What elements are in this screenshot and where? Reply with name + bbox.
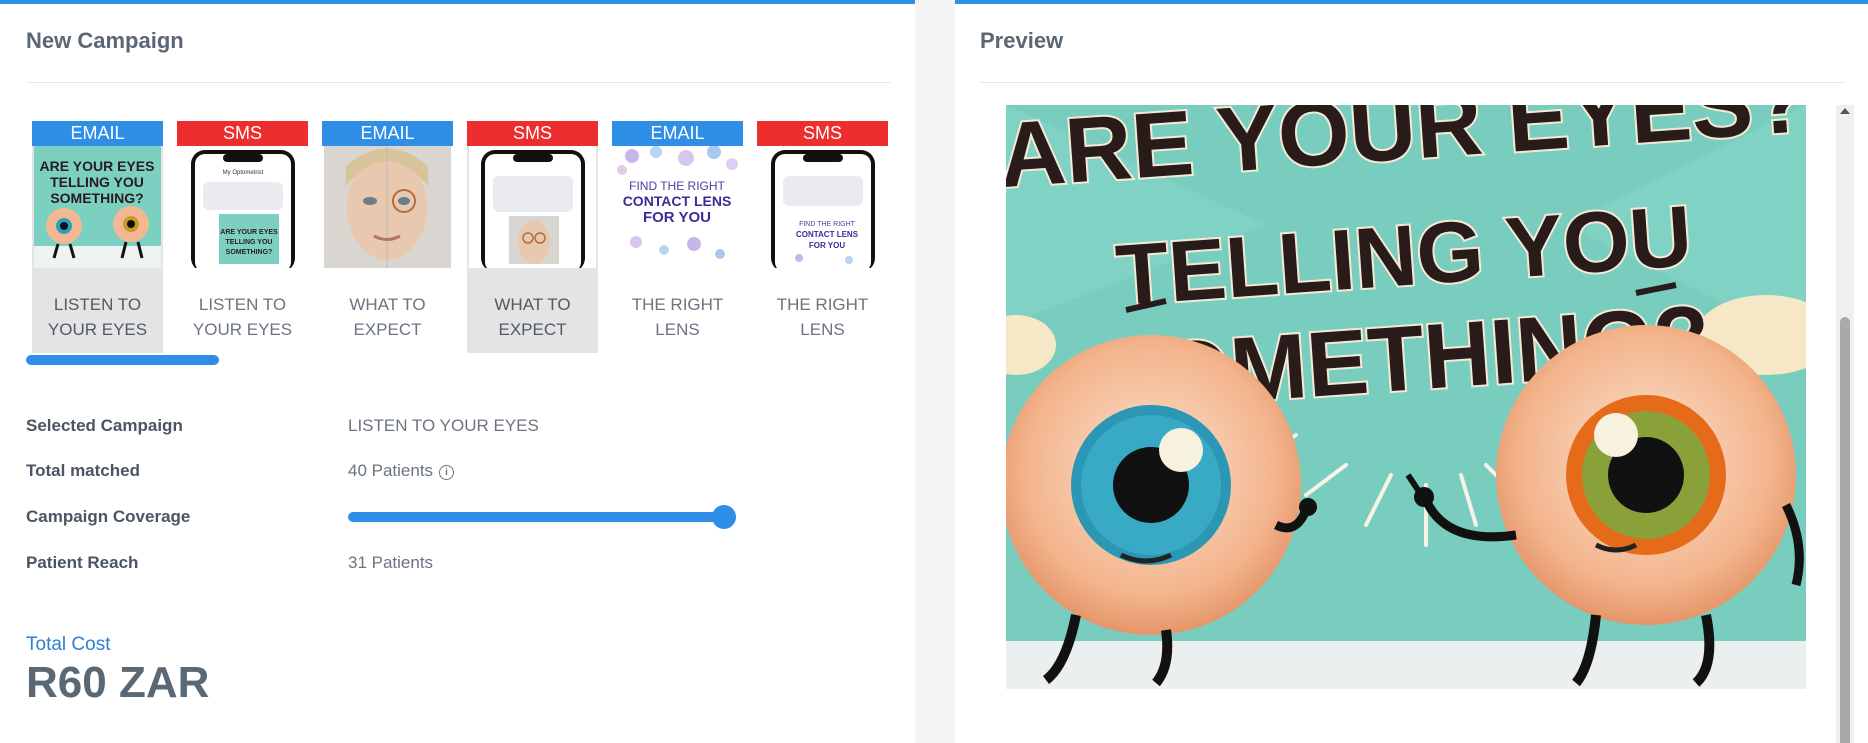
card-label: THE RIGHT LENS [631,295,724,339]
campaign-card-listen-sms[interactable]: SMS My Optometrist ARE YOUR EYES TELLING… [177,121,308,353]
preview-title: Preview [980,28,1064,53]
new-campaign-title: New Campaign [26,28,184,53]
campaign-coverage-label: Campaign Coverage [26,507,191,526]
card-label: WHAT TO EXPECT [494,295,571,339]
thumb-poster-line3: SOMETHING? [50,190,143,206]
total-cost-label: Total Cost [26,634,111,655]
sms-badge: SMS [177,121,308,146]
campaign-poster-image: ARE YOUR EYES? TELLING YOU SOMETHING? [1006,105,1806,689]
preview-divider [980,82,1846,83]
phone-poster-line2: TELLING YOU [226,239,273,246]
total-cost-value: R60 ZAR [26,658,210,707]
carousel-progress-bar[interactable] [26,355,219,365]
card-label: LISTEN TO YOUR EYES [47,295,148,339]
card-label: THE RIGHT LENS [776,295,869,339]
campaign-card-lens-email[interactable]: EMAIL FIND THE RIGHT CONTACT LENS FOR YO… [612,121,743,353]
phone-lens-line3: FOR YOU [809,241,846,250]
phone-header: My Optometrist [223,170,264,176]
eyes-poster-thumbnail: ARE YOUR EYES TELLING YOU SOMETHING? [34,146,161,268]
preview-scrollbar[interactable] [1836,105,1854,743]
campaign-card-expect-sms[interactable]: SMS WHAT TO EXPECT [467,121,598,353]
phone-lens-line2: CONTACT LENS [796,230,859,239]
phone-poster-line3: SOMETHING? [226,249,273,256]
email-badge: EMAIL [32,121,163,146]
sms-badge: SMS [757,121,888,146]
preview-panel: Preview ARE YOUR EYES? TELLING YOU SOMET… [955,0,1868,743]
lens-thumb-line3: FOR YOU [643,209,711,226]
scrollbar-thumb[interactable] [1840,317,1850,743]
phone-lens-line1: FIND THE RIGHT [799,221,856,228]
woman-face-thumbnail [324,146,451,268]
campaign-card-lens-sms[interactable]: SMS FIND THE RIGHT CONTACT LENS FOR YOU … [757,121,888,353]
coverage-slider-thumb[interactable] [712,505,736,529]
total-matched-value: 40 Patients [348,461,434,480]
phone-sms-thumbnail: My Optometrist ARE YOUR EYES TELLING YOU… [179,146,306,268]
title-divider [26,82,891,83]
thumb-poster-line1: ARE YOUR EYES [40,158,155,174]
phone-sms-thumbnail: FIND THE RIGHT CONTACT LENS FOR YOU [759,146,886,268]
new-campaign-panel: New Campaign EMAIL ARE YOUR EYES TELLING… [0,0,915,743]
total-matched-row: 40 Patients i [348,461,455,481]
contact-lens-thumbnail: FIND THE RIGHT CONTACT LENS FOR YOU [614,146,741,268]
selected-campaign-value: LISTEN TO YOUR EYES [348,416,539,435]
info-icon[interactable]: i [439,465,455,480]
preview-frame[interactable]: ARE YOUR EYES? TELLING YOU SOMETHING? [980,105,1829,743]
card-label: LISTEN TO YOUR EYES [192,295,293,339]
phone-poster-line1: ARE YOUR EYES [220,229,278,236]
campaign-card-expect-email[interactable]: EMAIL WHAT TO EXPECT [322,121,453,353]
card-label: WHAT TO EXPECT [349,295,426,339]
thumb-poster-line2: TELLING YOU [50,174,144,190]
coverage-slider-track[interactable] [348,512,722,522]
patient-reach-label: Patient Reach [26,553,139,572]
email-badge: EMAIL [322,121,453,146]
phone-sms-thumbnail [469,146,596,268]
email-badge: EMAIL [612,121,743,146]
sms-badge: SMS [467,121,598,146]
selected-campaign-label: Selected Campaign [26,416,183,435]
campaign-card-listen-email[interactable]: EMAIL ARE YOUR EYES TELLING YOU SOMETHIN… [32,121,163,353]
lens-thumb-line2: CONTACT LENS [623,193,732,209]
scroll-up-arrow-icon[interactable] [1840,108,1850,114]
lens-thumb-line1: FIND THE RIGHT [629,179,725,193]
total-matched-label: Total matched [26,461,140,480]
patient-reach-value: 31 Patients [348,553,434,572]
